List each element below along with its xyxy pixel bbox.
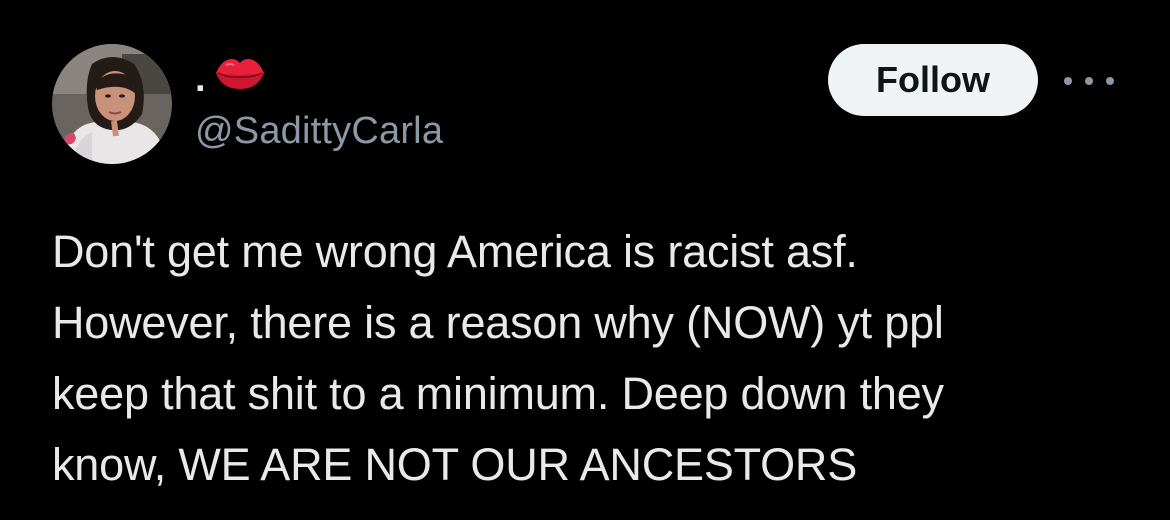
follow-button[interactable]: Follow bbox=[828, 44, 1038, 116]
avatar-image bbox=[52, 44, 172, 164]
tweet-text: Don't get me wrong America is racist asf… bbox=[52, 226, 944, 490]
display-name-text: . bbox=[195, 58, 206, 100]
display-name[interactable]: . bbox=[195, 50, 268, 100]
tweet-card: . @SadittyCarla Follow Don't get me wron… bbox=[0, 0, 1170, 520]
more-dot bbox=[1106, 77, 1114, 85]
author-handle[interactable]: @SadittyCarla bbox=[195, 110, 443, 153]
more-dot bbox=[1085, 77, 1093, 85]
kiss-mark-icon bbox=[212, 53, 268, 98]
more-dot bbox=[1064, 77, 1072, 85]
more-horizontal-icon[interactable] bbox=[1064, 66, 1114, 96]
avatar[interactable] bbox=[52, 44, 172, 164]
